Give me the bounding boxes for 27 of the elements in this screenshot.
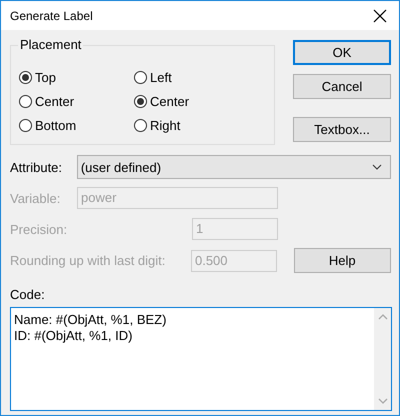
dialog-button[interactable]: Textbox...	[293, 117, 391, 142]
attribute-dropdown[interactable]: (user defined)	[76, 155, 391, 179]
radio-button[interactable]	[134, 118, 147, 132]
window-title: Generate Label	[10, 8, 93, 22]
group-title: Placement	[18, 37, 84, 52]
code-label: Code:	[10, 287, 46, 302]
dialog-button[interactable]: Cancel	[293, 74, 391, 99]
dialog-button[interactable]: OK	[293, 40, 391, 65]
radio-button[interactable]	[19, 94, 32, 108]
radio-button[interactable]	[134, 70, 147, 84]
field-label: Precision:	[10, 222, 68, 236]
radio-option[interactable]: Top	[19, 68, 134, 86]
chevron-down-icon	[372, 164, 382, 170]
radio-option[interactable]: Center	[134, 92, 249, 110]
radio-button[interactable]	[19, 70, 32, 84]
field-label: Variable:	[10, 190, 62, 206]
close-icon[interactable]	[373, 8, 387, 22]
attribute-label: Attribute:	[10, 160, 64, 174]
radio-option[interactable]: Left	[134, 68, 249, 86]
radio-option[interactable]: Center	[19, 92, 134, 110]
radio-option[interactable]: Right	[134, 116, 249, 134]
radio-button[interactable]	[134, 94, 147, 108]
code-field[interactable]: Name: #(ObjAtt, %1, BEZ) ID: #(ObjAtt, %1, ID)	[10, 307, 392, 411]
radio-button[interactable]	[19, 118, 32, 132]
field-label: Rounding up with last digit:	[10, 253, 166, 268]
help-button[interactable]: Help	[294, 248, 391, 273]
radio-option[interactable]: Bottom	[19, 116, 134, 134]
